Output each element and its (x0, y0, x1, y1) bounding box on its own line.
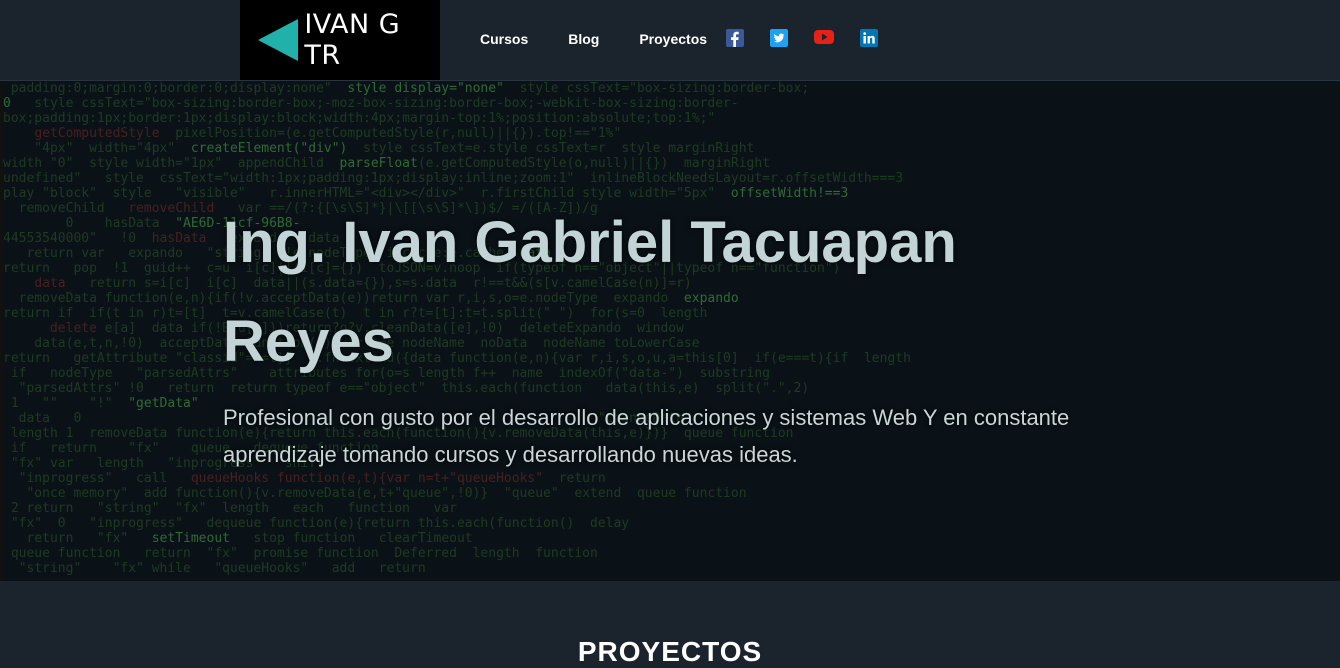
youtube-icon[interactable] (814, 29, 834, 49)
nav-link-blog[interactable]: Blog (568, 31, 599, 47)
social-links (726, 29, 904, 49)
linkedin-icon[interactable] (860, 29, 878, 49)
main-nav: Cursos Blog Proyectos (480, 0, 747, 78)
hero-subtitle: Profesional con gusto por el desarrollo … (223, 405, 1070, 467)
play-triangle-icon (258, 18, 299, 62)
nav-link-cursos[interactable]: Cursos (480, 31, 528, 47)
hero-banner: padding:0;margin:0;border:0;display:none… (0, 81, 1340, 581)
hero-title: Ing. Ivan Gabriel Tacuapan Reyes (223, 210, 957, 374)
facebook-icon[interactable] (726, 29, 744, 49)
top-navbar: IVAN G TR Cursos Blog Proyectos (0, 0, 1340, 81)
nav-link-proyectos[interactable]: Proyectos (639, 31, 707, 47)
brand-name: IVAN G TR (304, 9, 401, 71)
brand-logo[interactable]: IVAN G TR (240, 0, 440, 80)
twitter-icon[interactable] (770, 29, 788, 49)
projects-section-title: PROYECTOS (577, 636, 763, 667)
